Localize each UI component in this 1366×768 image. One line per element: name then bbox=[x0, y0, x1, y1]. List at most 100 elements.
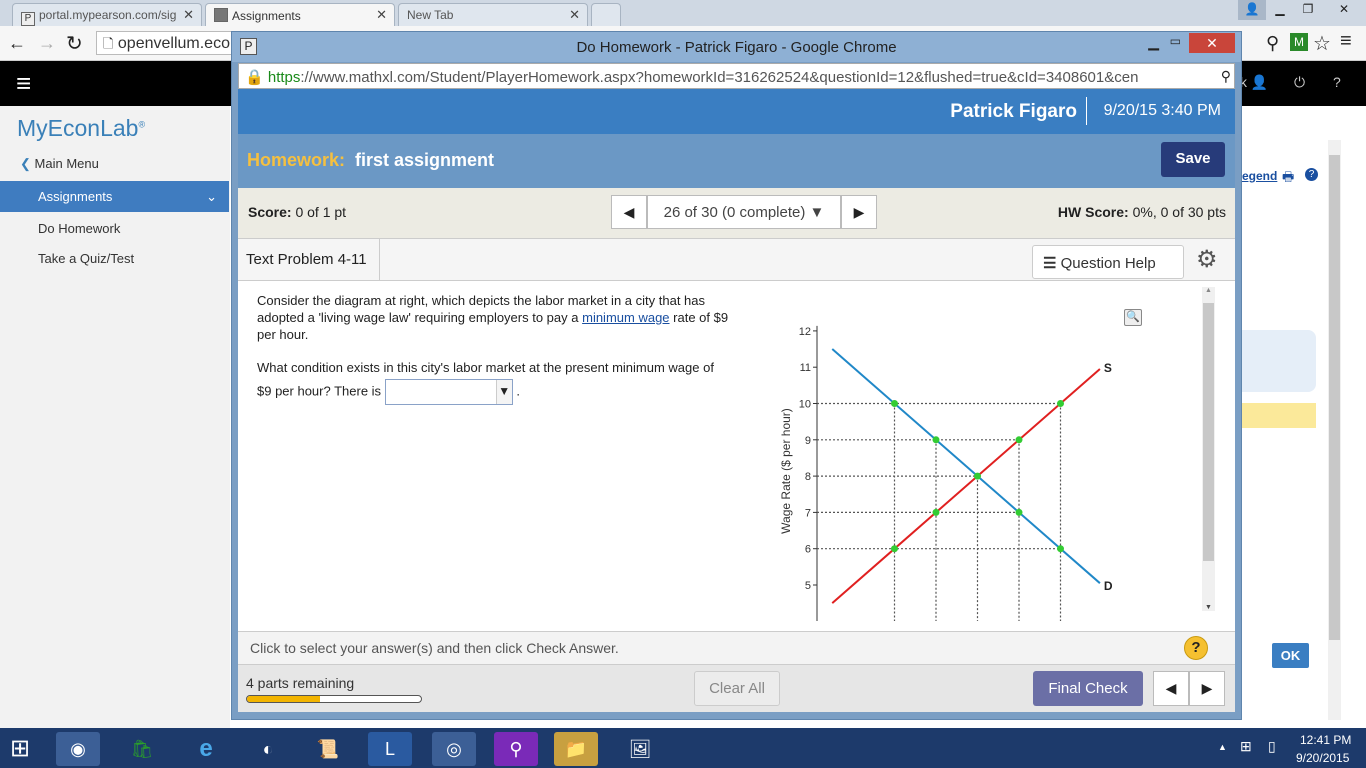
answer-dropdown[interactable]: ▼ bbox=[384, 379, 513, 405]
user-icon[interactable]: k 👤 bbox=[1240, 74, 1268, 91]
dropdown-arrow-icon: ▼ bbox=[495, 380, 512, 404]
clock-time: 12:41 PM bbox=[1300, 733, 1352, 747]
chrome-icon[interactable]: ◉ bbox=[56, 732, 100, 766]
data-point bbox=[932, 436, 940, 444]
final-check-button[interactable]: Final Check bbox=[1033, 671, 1143, 706]
divider bbox=[1086, 97, 1087, 125]
brand-logo: MyEconLab® bbox=[17, 115, 146, 141]
sidebar-item-label: Assignments bbox=[38, 189, 113, 204]
store-icon[interactable]: 🛍 bbox=[120, 732, 164, 766]
previous-question-button[interactable]: ◀ bbox=[611, 195, 647, 229]
clear-all-button[interactable]: Clear All bbox=[694, 671, 780, 706]
tab-assignments[interactable]: Assignments ✕ bbox=[205, 3, 395, 26]
question-content: Consider the diagram at right, which dep… bbox=[238, 281, 1235, 631]
forward-icon[interactable]: → bbox=[38, 33, 56, 54]
menu-icon[interactable]: ≡ bbox=[1340, 30, 1352, 53]
sidebar-item-take-quiz[interactable]: Take a Quiz/Test bbox=[0, 251, 229, 266]
homework-bar: Homework: first assignment Save bbox=[238, 134, 1235, 188]
minimize-icon[interactable]: ▁ bbox=[1148, 34, 1159, 51]
zoom-icon[interactable]: ⚲ bbox=[1220, 68, 1231, 85]
legend-link[interactable]: egend bbox=[1242, 169, 1277, 183]
media-icon[interactable]: ◐ bbox=[246, 732, 290, 766]
homework-window: Do Homework - Patrick Figaro - Google Ch… bbox=[231, 31, 1242, 720]
window-titlebar: Do Homework - Patrick Figaro - Google Ch… bbox=[232, 32, 1241, 62]
restore-icon[interactable]: ❐ bbox=[1294, 0, 1322, 20]
content-scrollbar[interactable]: ▲ ▼ bbox=[1202, 287, 1215, 611]
scroll-down-icon[interactable]: ▼ bbox=[1205, 604, 1212, 611]
previous-button[interactable]: ◀ bbox=[1153, 671, 1189, 706]
scrollbar-thumb[interactable] bbox=[1203, 303, 1214, 561]
y-tick-label: 9 bbox=[805, 435, 811, 447]
tab-text-problem[interactable]: Text Problem 4-11 bbox=[238, 239, 380, 281]
url-scheme: https bbox=[267, 69, 301, 86]
question-selector[interactable]: 26 of 30 (0 complete) ▼ bbox=[647, 195, 841, 229]
triangle-right-icon: ▶ bbox=[853, 204, 865, 220]
extension-icon[interactable]: M bbox=[1290, 33, 1308, 51]
reload-icon[interactable]: ↻ bbox=[66, 31, 83, 56]
close-icon[interactable]: ✕ bbox=[376, 7, 387, 23]
network-icon[interactable]: ⊞ bbox=[1240, 738, 1252, 755]
battery-icon[interactable]: ▯ bbox=[1268, 738, 1276, 755]
close-button[interactable]: ✕ bbox=[1189, 33, 1235, 53]
gear-icon[interactable]: ⚙ bbox=[1196, 245, 1218, 274]
scrollbar-thumb[interactable] bbox=[1329, 155, 1340, 640]
sidebar-item-do-homework[interactable]: Do Homework bbox=[0, 221, 229, 236]
show-hidden-icons-icon[interactable]: ▲ bbox=[1218, 742, 1227, 752]
sidebar-item-assignments[interactable]: Assignments ⌄ bbox=[0, 181, 229, 212]
browser-app-icon[interactable]: ◎ bbox=[432, 732, 476, 766]
score-bar: Score: 0 of 1 pt ◀ 26 of 30 (0 complete)… bbox=[238, 188, 1235, 239]
info-panel bbox=[1242, 330, 1316, 392]
maximize-icon[interactable]: ▭ bbox=[1170, 34, 1181, 48]
sidebar-main-menu[interactable]: ❮ Main Menu bbox=[0, 156, 229, 172]
star-icon[interactable]: ☆ bbox=[1313, 31, 1331, 56]
next-button[interactable]: ▶ bbox=[1189, 671, 1225, 706]
series-label-S: S bbox=[1104, 361, 1112, 375]
scroll-up-icon[interactable]: ▲ bbox=[1205, 287, 1212, 294]
tab-new-tab[interactable]: New Tab ✕ bbox=[398, 3, 588, 26]
question-help-button[interactable]: ☰ Question Help bbox=[1032, 245, 1184, 279]
power-icon[interactable]: ⏻ bbox=[1294, 74, 1305, 91]
help-icon[interactable]: ? bbox=[1333, 74, 1341, 90]
data-point bbox=[1015, 508, 1023, 516]
close-icon[interactable]: ✕ bbox=[183, 7, 194, 23]
data-point bbox=[1015, 436, 1023, 444]
help-icon[interactable]: ? bbox=[1305, 168, 1318, 181]
url-text: openvellum.eco bbox=[117, 35, 230, 52]
tab-label: portal.mypearson.com/sig bbox=[39, 8, 177, 22]
triangle-right-icon: ▶ bbox=[1201, 680, 1213, 696]
close-icon[interactable]: ✕ bbox=[569, 7, 580, 23]
series-label-D: D bbox=[1104, 579, 1113, 593]
problem-tab-row: Text Problem 4-11 ☰ Question Help ⚙ bbox=[238, 239, 1235, 281]
ok-button[interactable]: OK bbox=[1272, 643, 1309, 668]
search-app-icon[interactable]: ⚲ bbox=[494, 732, 538, 766]
user-bar: Patrick Figaro 9/20/15 3:40 PM bbox=[238, 89, 1235, 134]
help-icon[interactable]: ? bbox=[1184, 636, 1208, 660]
tab-portal[interactable]: Pportal.mypearson.com/sig ✕ bbox=[12, 3, 202, 26]
close-icon[interactable]: ✕ bbox=[1322, 0, 1366, 20]
homework-label: Homework: bbox=[247, 150, 346, 170]
window-title: Do Homework - Patrick Figaro - Google Ch… bbox=[576, 39, 897, 56]
internet-explorer-icon[interactable]: e bbox=[184, 732, 228, 766]
back-icon[interactable]: ← bbox=[8, 33, 26, 54]
user-icon[interactable]: 👤 bbox=[1238, 0, 1266, 20]
save-button[interactable]: Save bbox=[1161, 142, 1225, 177]
datetime: 9/20/15 3:40 PM bbox=[1103, 102, 1221, 119]
y-tick-label: 12 bbox=[799, 326, 811, 338]
action-bar: 4 parts remaining Clear All Final Check … bbox=[238, 664, 1235, 712]
search-icon[interactable]: ⚲ bbox=[1266, 33, 1279, 54]
parts-remaining: 4 parts remaining bbox=[246, 675, 355, 691]
y-tick-label: 10 bbox=[799, 399, 811, 411]
new-tab-button[interactable] bbox=[591, 3, 621, 26]
file-explorer-icon[interactable]: 📁 bbox=[554, 732, 598, 766]
print-icon[interactable]: 🖶 bbox=[1282, 168, 1294, 190]
photos-icon[interactable]: 🖼 bbox=[618, 732, 662, 766]
lync-icon[interactable]: L bbox=[368, 732, 412, 766]
next-question-button[interactable]: ▶ bbox=[841, 195, 877, 229]
minimize-icon[interactable]: ▁ bbox=[1266, 0, 1294, 20]
hamburger-icon[interactable]: ≡ bbox=[16, 68, 31, 99]
popup-address-bar[interactable]: 🔒 https://www.mathxl.com/Student/PlayerH… bbox=[238, 63, 1235, 89]
minimum-wage-link[interactable]: minimum wage bbox=[582, 310, 669, 325]
list-icon: ☰ bbox=[1043, 255, 1057, 272]
scroll-app-icon[interactable]: 📜 bbox=[306, 732, 350, 766]
start-button[interactable]: ⊞ bbox=[10, 734, 30, 763]
